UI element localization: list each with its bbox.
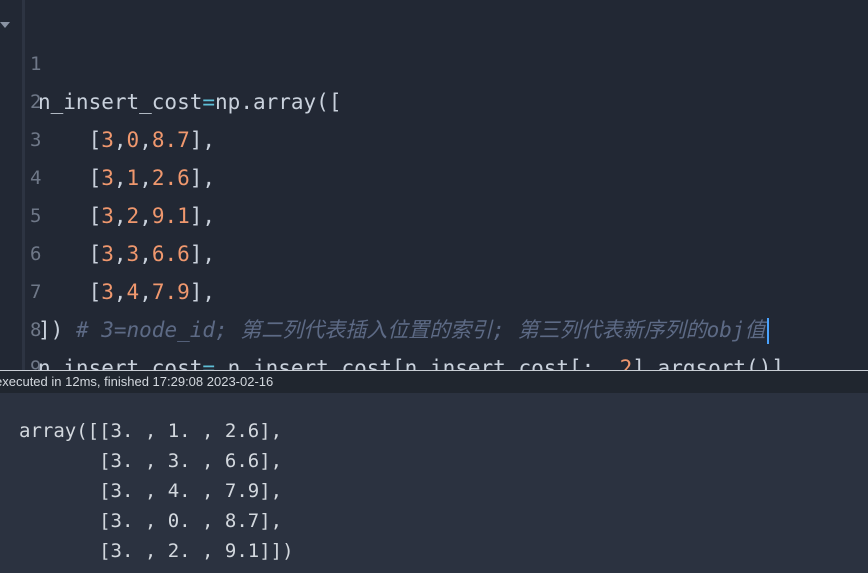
code-line[interactable]: 7 ]) # 3=node_id; 第二列代表插入位置的索引; 第三列代表新序列… — [0, 235, 868, 344]
output-line: array([[3. , 1. , 2.6], — [19, 420, 283, 442]
output-line: [3. , 0. , 8.7], — [19, 510, 283, 532]
code-line[interactable]: 3 [3,1,2.6], — [0, 83, 868, 190]
execution-status-bar: executed in 12ms, finished 17:29:08 2023… — [0, 371, 868, 393]
code-line[interactable]: 2 [3,0,8.7], — [0, 45, 868, 152]
output-line: [3. , 2. , 9.1]]) — [19, 540, 294, 562]
execution-status-text: executed in 12ms, finished 17:29:08 2023… — [0, 374, 274, 389]
output-line: [3. , 4. , 7.9], — [19, 480, 283, 502]
code-line[interactable]: 9 n_insert_cost — [0, 311, 868, 418]
code-line[interactable]: 8 n_insert_cost= n_insert_cost[n_insert_… — [0, 273, 868, 380]
cell-output: array([[3. , 1. , 2.6], [3. , 3. , 6.6],… — [0, 393, 868, 573]
code-line[interactable]: 5 [3,3,6.6], — [0, 159, 868, 266]
code-editor[interactable]: 1 n_insert_cost=np.array([ 2 [3,0,8.7], … — [0, 0, 868, 418]
code-line[interactable]: 4 [3,2,9.1], — [0, 121, 868, 228]
code-line[interactable]: 1 n_insert_cost=np.array([ — [0, 7, 868, 114]
output-line: [3. , 3. , 6.6], — [19, 450, 283, 472]
code-line[interactable]: 6 [3,4,7.9], — [0, 197, 868, 304]
